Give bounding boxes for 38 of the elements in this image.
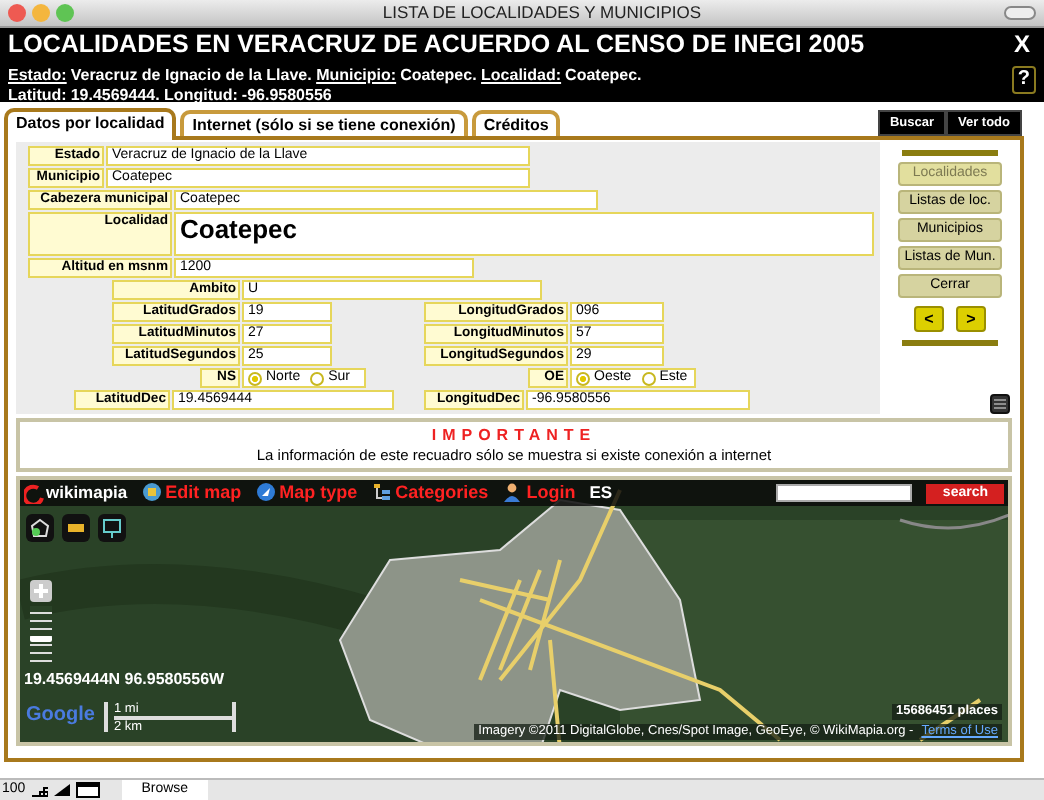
slider-thumb[interactable] bbox=[30, 635, 52, 642]
help-button[interactable]: ? bbox=[1011, 66, 1036, 94]
wikimapia-logo[interactable]: wikimapia bbox=[24, 482, 128, 504]
web-icon[interactable] bbox=[990, 394, 1010, 414]
coordinates-label: 19.4569444N 96.9580556W bbox=[24, 670, 225, 690]
window-title: LISTA DE LOCALIDADES Y MUNICIPIOS bbox=[380, 2, 704, 24]
notice-title: IMPORTANTE bbox=[429, 426, 599, 446]
zoom-slider[interactable] bbox=[30, 606, 52, 666]
map-toolbar-link[interactable]: Edit map bbox=[141, 482, 242, 504]
language-selector[interactable]: ES bbox=[589, 482, 613, 504]
summary-line: Estado: Veracruz de Ignacio de la Llave. Municipio: Coatepec. Localidad: Coatepec. bbox=[8, 66, 644, 85]
add-place-icon[interactable] bbox=[26, 514, 54, 542]
globe-icon bbox=[141, 482, 162, 503]
tab[interactable]: Créditos bbox=[471, 110, 561, 136]
monitor-icon[interactable] bbox=[98, 514, 126, 542]
page-title: LOCALIDADES EN VERACRUZ DE ACUERDO AL CENSO DE INEGI 2005 bbox=[8, 30, 867, 58]
ruler-icon[interactable] bbox=[62, 514, 90, 542]
google-logo: Google bbox=[26, 704, 95, 728]
close-window-button[interactable] bbox=[8, 4, 26, 22]
map-toolbar-link[interactable]: Login bbox=[502, 482, 576, 504]
tab[interactable]: Datos por localidad bbox=[4, 108, 177, 140]
map-toolbar-link[interactable]: Map type bbox=[255, 482, 358, 504]
person-icon bbox=[502, 482, 523, 503]
layout-icon[interactable] bbox=[75, 782, 100, 798]
zoom-in-button[interactable] bbox=[30, 580, 52, 602]
map-toolbar-link[interactable]: Categories bbox=[371, 482, 489, 504]
map-search-field[interactable] bbox=[776, 484, 913, 502]
crescent-icon bbox=[24, 483, 44, 503]
divider-bar bbox=[902, 150, 998, 156]
toolbar-toggle-button[interactable] bbox=[1004, 6, 1036, 20]
text-field[interactable]: Coatepec bbox=[174, 212, 874, 256]
tree-list-icon bbox=[371, 482, 392, 503]
tab[interactable]: Internet (sólo si se tiene conexión) bbox=[180, 110, 468, 136]
divider-bar bbox=[902, 340, 998, 346]
summary-line: Latitud: 19.4569444. Longitud: -96.9580556 bbox=[8, 85, 334, 104]
next-button[interactable]: > bbox=[956, 306, 986, 332]
compass-icon bbox=[255, 482, 276, 503]
previous-button[interactable]: < bbox=[914, 306, 944, 332]
